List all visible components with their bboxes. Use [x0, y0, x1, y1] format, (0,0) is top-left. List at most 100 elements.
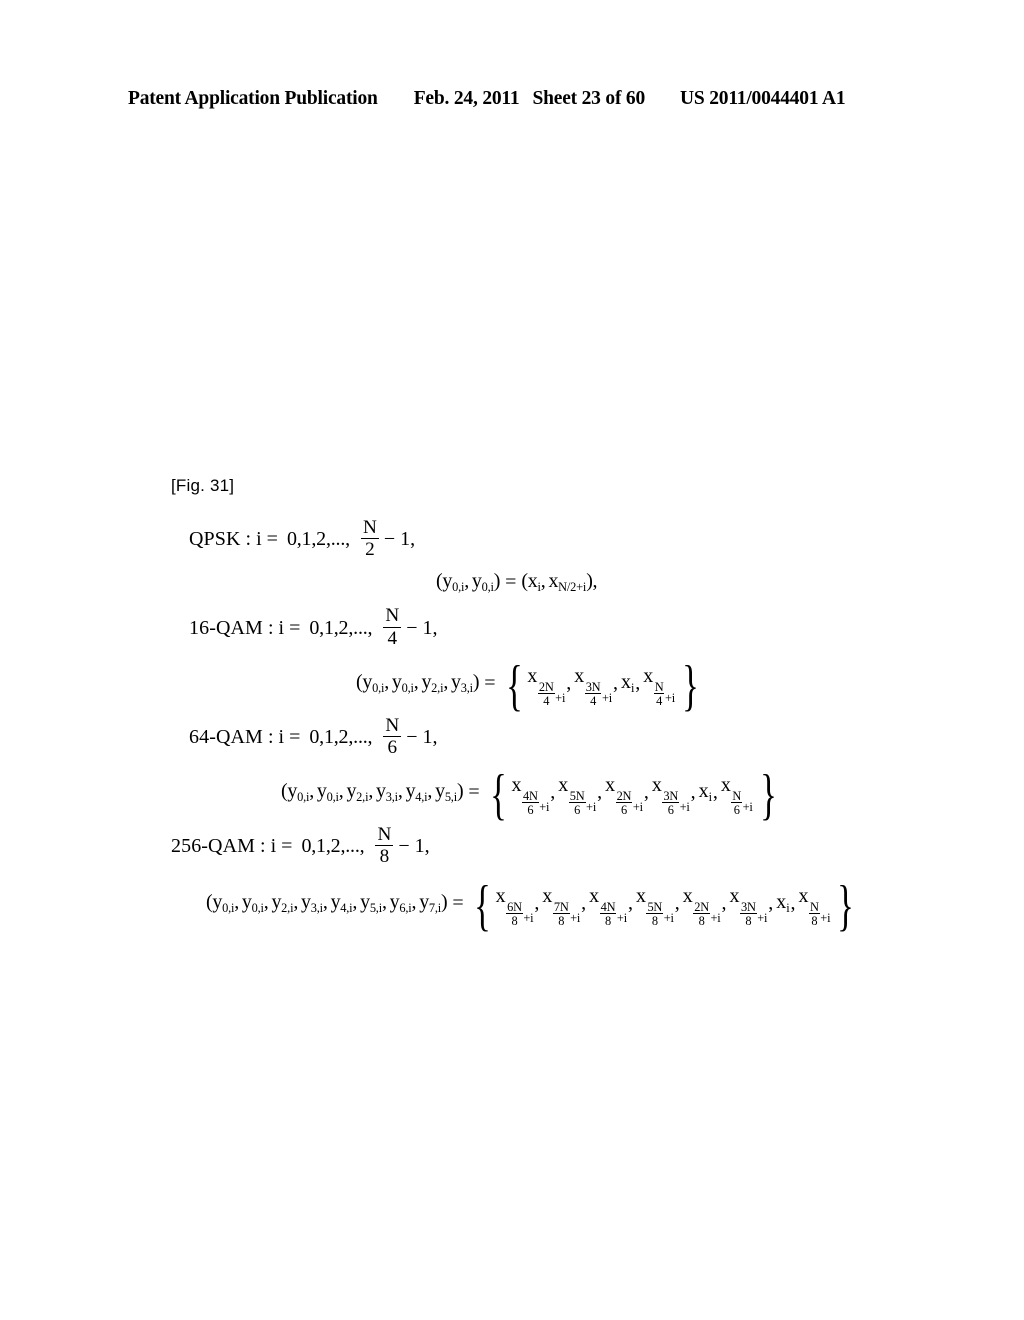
header-publication-title: Patent Application Publication: [128, 88, 378, 109]
qam16-lhs-term-2: y: [421, 671, 432, 694]
qam16-lhs-term-3: y: [451, 671, 461, 694]
qam16-rhs-num-3: N: [653, 679, 665, 695]
qam16-index-var: i: [278, 616, 285, 639]
qam64-rhs-den-0: 6: [527, 802, 534, 817]
qam256-map-equals: =: [452, 892, 464, 915]
qam256-index-values: 0,1,2,...,: [301, 834, 365, 857]
qam64-lhs-comma-2: ,: [368, 780, 374, 803]
qam256-lhs-comma-4: ,: [352, 891, 358, 914]
qam256-rhs-base-5: x: [729, 884, 740, 907]
qam64-rhs-offset-2: +i: [632, 800, 643, 815]
qam256-rhs-offset-4: +i: [710, 911, 721, 926]
qam256-limit-numerator: N: [375, 823, 394, 846]
qam64-rhs-subscript-5: N 6 +i: [731, 788, 753, 816]
qam16-rhs-base-3: x: [643, 664, 654, 687]
qam256-rhs-num-5: 3N: [740, 900, 757, 915]
qam64-rhs-num-5: N: [731, 788, 743, 804]
qam256-rhs-subscript-7: N 8 +i: [809, 900, 831, 927]
qam256-rhs-comma-0: ,: [534, 892, 540, 915]
qpsk-lhs-term-0: y: [442, 570, 453, 593]
qam64-lhs-comma-3: ,: [397, 780, 403, 803]
qam256-separator: :: [260, 834, 266, 857]
qpsk-limit-fraction: N 2: [360, 517, 379, 561]
qam64-rhs-base-2: x: [605, 773, 616, 796]
qam64-lhs-term-4: y: [405, 780, 416, 803]
qam256-limit-fraction: N 8: [375, 823, 394, 866]
qam256-rhs-item-4: x 2N 8 +i: [683, 885, 721, 927]
qam256-rhs-base-7: x: [798, 884, 809, 907]
qam256-rhs-offset-1: +i: [570, 911, 581, 926]
qam256-rhs-offset-3: +i: [663, 911, 674, 926]
qam64-rhs-den-1: 6: [574, 802, 581, 817]
qam64-separator: :: [267, 725, 274, 748]
qam64-rhs-base-4: x: [698, 780, 709, 803]
qam256-lhs-sub-1: 0,i: [251, 901, 264, 916]
qpsk-lhs-vector: (y0,i, y0,i): [436, 570, 500, 595]
qam256-lhs-term-0: y: [212, 891, 223, 914]
qam256-lhs-comma-0: ,: [234, 891, 239, 914]
qam256-lhs-sub-7: 7,i: [428, 901, 442, 916]
qam64-rhs-item-4: xi: [699, 780, 712, 805]
qam256-rhs-comma-2: ,: [627, 892, 633, 915]
qam64-lhs-vector: (y0,i, y0,i, y2,i, y3,i, y4,i, y5,i): [281, 780, 464, 805]
qam16-rhs-sub-2: i: [630, 681, 635, 696]
qam64-modulation-name: 64-QAM: [189, 725, 263, 748]
qam256-rhs-comma-4: ,: [721, 892, 727, 915]
patent-page: Patent Application Publication Feb. 24, …: [0, 0, 1024, 1320]
qam64-rhs-comma-1: ,: [597, 781, 603, 804]
qam64-rhs-sub-4: i: [708, 790, 712, 805]
qam64-rhs-subscript-2: 2N 6 +i: [615, 788, 643, 816]
qam64-lhs-comma-4: ,: [427, 780, 433, 803]
qam16-lhs-term-1: y: [391, 671, 402, 694]
qpsk-rhs-close: ),: [586, 570, 598, 593]
qam16-rhs-subscript-0: 2N 4 +i: [537, 679, 565, 707]
qam16-lhs-sub-3: 3,i: [460, 681, 473, 696]
qam256-lhs-term-6: y: [389, 891, 400, 914]
qam16-rhs-base-1: x: [574, 664, 585, 687]
qam64-limit-offset: − 1,: [406, 725, 438, 748]
qam64-rhs-base-0: x: [511, 773, 522, 796]
qam64-rhs-subscript-0: 4N 6 +i: [522, 789, 549, 817]
qam256-lhs-comma-5: ,: [381, 891, 387, 914]
qam256-lhs-term-5: y: [360, 891, 370, 914]
qam64-rhs-num-3: 3N: [662, 788, 680, 804]
qam256-rhs-item-5: x 3N 8 +i: [729, 884, 768, 927]
qam64-lhs-sub-5: 5,i: [444, 790, 457, 805]
qam256-lhs-sub-5: 5,i: [369, 901, 382, 916]
qam256-rhs-den-3: 8: [651, 913, 658, 928]
qam256-rhs-item-2: x 4N 8 +i: [589, 885, 627, 927]
qam256-rhs-offset-5: +i: [757, 911, 768, 926]
qam256-rhs-num-3: 5N: [646, 900, 664, 915]
qam256-lhs-comma-6: ,: [411, 891, 417, 914]
qpsk-lhs-close: ): [493, 570, 501, 593]
qam16-lhs-sub-1: 0,i: [401, 681, 414, 696]
qam16-lhs-comma-2: ,: [443, 671, 449, 694]
qam256-equals: =: [281, 834, 293, 857]
qam256-rhs-item-0: x 6N 8 +i: [496, 885, 534, 927]
qam256-rhs-den-0: 8: [511, 913, 518, 928]
qam16-rhs-subscript-1: 3N 4 +i: [584, 679, 612, 707]
qam256-lhs-sub-3: 3,i: [310, 901, 323, 916]
qam256-rhs-item-7: x N 8 +i: [798, 884, 831, 927]
qam256-index-range-line: 256-QAM : i = 0,1,2,..., N 8 − 1,: [171, 823, 931, 867]
qpsk-map-equals: =: [505, 571, 517, 594]
qam64-rhs-num-1: 5N: [568, 788, 586, 804]
qam64-rhs-item-2: x 2N 6 +i: [605, 773, 643, 816]
qpsk-lhs-comma-0: ,: [464, 570, 469, 593]
qpsk-separator: :: [245, 528, 252, 551]
qam16-rhs-num-0: 2N: [537, 679, 555, 695]
qpsk-limit-numerator: N: [360, 517, 379, 540]
qam16-separator: :: [267, 616, 274, 639]
qam64-rhs-comma-4: ,: [712, 781, 718, 804]
qam64-equals: =: [289, 725, 301, 748]
qpsk-rhs-comma-0: ,: [540, 570, 546, 593]
qam64-lhs-term-3: y: [376, 780, 386, 803]
qam16-equals: =: [289, 616, 301, 639]
qam16-rhs-num-1: 3N: [584, 679, 602, 695]
qam16-index-values: 0,1,2,...,: [309, 616, 373, 639]
qam256-rhs-comma-5: ,: [768, 892, 774, 915]
qpsk-limit-denominator: 2: [365, 539, 375, 561]
qam256-rhs-num-7: N: [809, 900, 820, 915]
qam256-lhs-comma-2: ,: [293, 891, 299, 914]
qam64-rhs-num-2: 2N: [615, 788, 633, 804]
